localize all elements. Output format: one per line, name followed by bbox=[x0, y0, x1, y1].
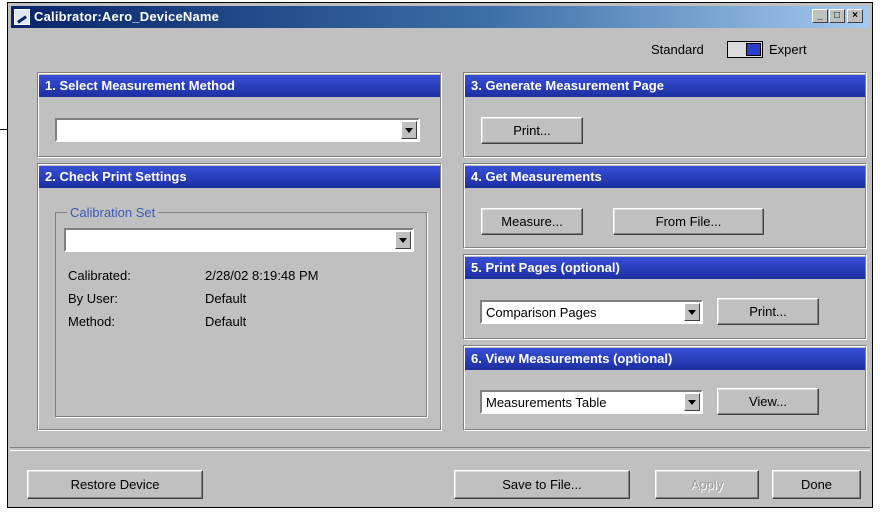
from-file-button[interactable]: From File... bbox=[613, 208, 764, 235]
mode-toggle[interactable] bbox=[727, 41, 763, 58]
maximize-button[interactable]: □ bbox=[829, 9, 845, 23]
step1-header: 1. Select Measurement Method bbox=[39, 75, 440, 97]
print-pages-value: Comparison Pages bbox=[486, 305, 597, 320]
save-to-file-button[interactable]: Save to File... bbox=[454, 470, 630, 499]
by-user-value: Default bbox=[205, 291, 247, 306]
minimize-button[interactable]: _ bbox=[812, 9, 828, 23]
step6-header: 6. View Measurements (optional) bbox=[465, 348, 865, 370]
view-button[interactable]: View... bbox=[717, 388, 819, 415]
step4-header: 4. Get Measurements bbox=[465, 166, 865, 188]
step5-header: 5. Print Pages (optional) bbox=[465, 257, 865, 279]
standard-label: Standard bbox=[651, 42, 704, 57]
calibration-set-label: Calibration Set bbox=[67, 205, 159, 220]
generate-print-button[interactable]: Print... bbox=[481, 117, 583, 144]
measure-button[interactable]: Measure... bbox=[481, 208, 583, 235]
calibrated-value: 2/28/02 8:19:48 PM bbox=[205, 268, 319, 283]
toggle-knob bbox=[746, 43, 761, 56]
step2-header: 2. Check Print Settings bbox=[39, 166, 440, 188]
footer-divider bbox=[10, 447, 870, 451]
chevron-down-icon[interactable] bbox=[684, 393, 700, 411]
step3-header: 3. Generate Measurement Page bbox=[465, 75, 865, 97]
window-title: Calibrator:Aero_DeviceName bbox=[34, 9, 220, 24]
title-bar[interactable]: Calibrator:Aero_DeviceName _ □ × bbox=[11, 6, 869, 28]
method-label: Method: bbox=[68, 314, 115, 329]
view-measurements-select[interactable]: Measurements Table bbox=[480, 390, 703, 414]
measurement-method-select[interactable] bbox=[55, 118, 420, 142]
print-pages-button[interactable]: Print... bbox=[717, 298, 819, 325]
apply-button[interactable]: Apply bbox=[655, 470, 759, 499]
print-pages-select[interactable]: Comparison Pages bbox=[480, 300, 703, 324]
restore-device-button[interactable]: Restore Device bbox=[27, 470, 203, 499]
expert-label: Expert bbox=[769, 42, 807, 57]
done-button[interactable]: Done bbox=[772, 470, 861, 499]
app-icon bbox=[14, 9, 30, 25]
close-button[interactable]: × bbox=[847, 9, 863, 23]
method-value: Default bbox=[205, 314, 247, 329]
calibration-set-select[interactable] bbox=[64, 228, 414, 252]
chevron-down-icon[interactable] bbox=[684, 303, 700, 321]
calibrated-label: Calibrated: bbox=[68, 268, 131, 283]
chevron-down-icon[interactable] bbox=[395, 231, 411, 249]
by-user-label: By User: bbox=[68, 291, 118, 306]
chevron-down-icon[interactable] bbox=[401, 121, 417, 139]
view-measurements-value: Measurements Table bbox=[486, 395, 607, 410]
